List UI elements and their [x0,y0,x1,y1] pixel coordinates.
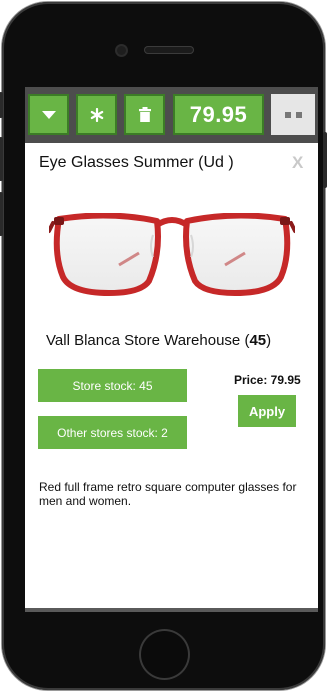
other-stores-stock-button[interactable]: Other stores stock: 2 [38,416,187,449]
store-name-text: Vall Blanca Store Warehouse [46,332,241,349]
chevron-down-icon [41,110,56,119]
asterisk-button[interactable] [76,94,117,135]
front-camera [117,46,126,55]
view-mode-icon [284,111,291,118]
dropdown-button[interactable] [28,94,69,135]
phone-frame: 79.95 Eye Glasses Summer (Ud ) X Vall Bl… [0,2,327,690]
asterisk-icon [90,107,103,122]
home-button[interactable] [139,629,190,680]
screen: 79.95 Eye Glasses Summer (Ud ) X Vall Bl… [25,87,318,612]
other-stock-label: Other stores stock: 2 [57,425,168,440]
total-price-value: 79.95 [189,101,248,127]
close-button[interactable]: X [292,153,303,173]
total-price-button[interactable]: 79.95 [173,94,264,135]
product-detail-panel: Eye Glasses Summer (Ud ) X Vall Blanca S… [25,143,318,608]
price-label: Price: 79.95 [234,373,301,387]
product-title: Eye Glasses Summer (Ud ) [39,154,234,171]
product-description: Red full frame retro square computer gla… [39,480,297,508]
volume-down-button [0,192,3,236]
power-button [323,132,327,188]
view-mode-button[interactable] [271,94,315,135]
delete-button[interactable] [124,94,165,135]
volume-up-button [0,137,3,181]
apply-label: Apply [248,403,286,419]
earpiece-speaker [144,46,194,54]
mute-switch [0,92,3,118]
trash-icon [138,107,151,122]
product-image-glasses [49,213,295,296]
apply-button[interactable]: Apply [238,395,296,427]
store-stock-label: Store stock: 45 [72,378,153,393]
store-name: Vall Blanca Store Warehouse (45) [46,332,272,349]
store-stock-button[interactable]: Store stock: 45 [38,369,187,402]
store-count: 45 [249,332,267,349]
toolbar: 79.95 [25,87,318,143]
